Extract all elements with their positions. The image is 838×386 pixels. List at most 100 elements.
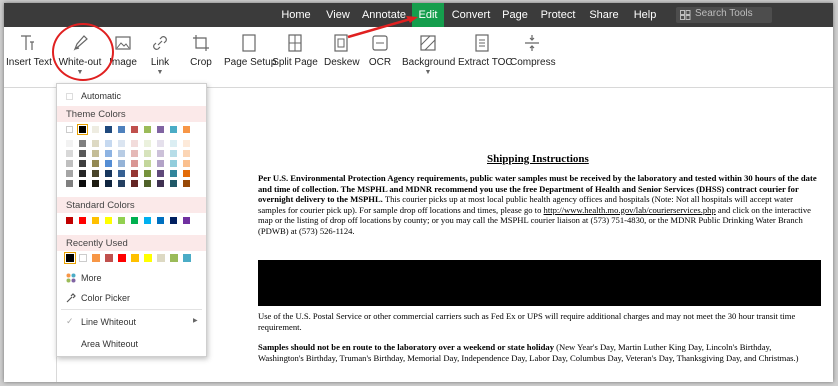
theme-shade-swatch[interactable] xyxy=(183,170,190,177)
theme-shade-swatch[interactable] xyxy=(79,160,86,167)
theme-color-swatch[interactable] xyxy=(131,126,138,133)
theme-shade-swatch[interactable] xyxy=(66,140,73,147)
submenu-arrow-icon: ▶ xyxy=(193,318,198,324)
theme-color-swatch[interactable] xyxy=(105,126,112,133)
area-whiteout-label: Area Whiteout xyxy=(81,339,139,349)
standard-color-swatch[interactable] xyxy=(131,217,138,224)
theme-shade-swatch[interactable] xyxy=(157,150,164,157)
paragraph-holiday: Samples should not be en route to the la… xyxy=(258,342,818,363)
theme-shade-swatch[interactable] xyxy=(170,180,177,187)
theme-shade-swatch[interactable] xyxy=(170,170,177,177)
theme-shade-swatch[interactable] xyxy=(131,140,138,147)
theme-shade-swatch[interactable] xyxy=(79,150,86,157)
theme-shade-swatch[interactable] xyxy=(105,140,112,147)
theme-shade-swatch[interactable] xyxy=(105,180,112,187)
line-whiteout-option[interactable]: ✓ Line Whiteout ▶ xyxy=(57,314,206,330)
more-colors-option[interactable]: More xyxy=(57,270,206,286)
courier-services-link[interactable]: http://www.health.mo.gov/lab/courierserv… xyxy=(544,205,716,215)
theme-shade-swatch[interactable] xyxy=(144,140,151,147)
theme-shade-swatch[interactable] xyxy=(157,140,164,147)
recent-color-swatch[interactable] xyxy=(144,254,152,262)
theme-shade-swatch[interactable] xyxy=(144,160,151,167)
theme-shade-swatch[interactable] xyxy=(79,140,86,147)
area-whiteout-option[interactable]: Area Whiteout xyxy=(57,336,206,352)
theme-shade-swatch[interactable] xyxy=(183,180,190,187)
theme-color-swatch[interactable] xyxy=(92,126,99,133)
theme-shade-swatch[interactable] xyxy=(131,170,138,177)
theme-colors-label: Theme Colors xyxy=(66,109,126,120)
white-out-redaction-area xyxy=(258,260,821,306)
theme-shade-swatch[interactable] xyxy=(183,160,190,167)
theme-shade-swatch[interactable] xyxy=(79,180,86,187)
theme-shade-swatch[interactable] xyxy=(183,140,190,147)
theme-color-swatch[interactable] xyxy=(66,126,73,133)
standard-color-swatch[interactable] xyxy=(170,217,177,224)
recent-color-swatch[interactable] xyxy=(92,254,100,262)
recent-color-swatch[interactable] xyxy=(170,254,178,262)
theme-shade-swatch[interactable] xyxy=(157,180,164,187)
theme-shade-swatch[interactable] xyxy=(66,170,73,177)
theme-shade-swatch[interactable] xyxy=(144,180,151,187)
more-label: More xyxy=(81,273,102,283)
theme-shade-swatch[interactable] xyxy=(118,170,125,177)
standard-color-swatch[interactable] xyxy=(118,217,125,224)
theme-color-swatch[interactable] xyxy=(170,126,177,133)
recent-color-swatch[interactable] xyxy=(183,254,191,262)
recent-color-swatch[interactable] xyxy=(157,254,165,262)
automatic-label: Automatic xyxy=(81,91,122,101)
theme-shade-swatch[interactable] xyxy=(92,140,99,147)
recent-color-swatch[interactable] xyxy=(64,252,76,264)
theme-colors-row xyxy=(57,124,206,136)
line-whiteout-label: Line Whiteout xyxy=(81,317,137,327)
theme-shade-swatch[interactable] xyxy=(170,160,177,167)
theme-shade-swatch[interactable] xyxy=(92,180,99,187)
recent-color-swatch[interactable] xyxy=(105,254,113,262)
theme-shade-swatch[interactable] xyxy=(118,140,125,147)
recently-used-row xyxy=(57,252,206,264)
theme-shade-swatch[interactable] xyxy=(92,170,99,177)
theme-shade-swatch[interactable] xyxy=(92,160,99,167)
standard-color-swatch[interactable] xyxy=(105,217,112,224)
check-icon: ✓ xyxy=(66,316,74,326)
theme-shade-swatch[interactable] xyxy=(131,180,138,187)
theme-shade-swatch[interactable] xyxy=(92,150,99,157)
paragraph-holiday-bold: Samples should not be en route to the la… xyxy=(258,342,555,352)
theme-shade-swatch[interactable] xyxy=(131,160,138,167)
theme-shade-swatch[interactable] xyxy=(157,160,164,167)
eyedropper-icon xyxy=(66,293,76,303)
theme-shade-swatch[interactable] xyxy=(66,150,73,157)
standard-color-swatch[interactable] xyxy=(79,217,86,224)
theme-color-swatch[interactable] xyxy=(118,126,125,133)
standard-color-swatch[interactable] xyxy=(92,217,99,224)
theme-shade-swatch[interactable] xyxy=(131,150,138,157)
theme-shade-swatch[interactable] xyxy=(118,160,125,167)
standard-color-swatch[interactable] xyxy=(157,217,164,224)
theme-shade-swatch[interactable] xyxy=(144,150,151,157)
theme-shade-swatch[interactable] xyxy=(105,160,112,167)
standard-color-swatch[interactable] xyxy=(144,217,151,224)
recent-color-swatch[interactable] xyxy=(79,254,87,262)
theme-shade-swatch[interactable] xyxy=(105,150,112,157)
theme-shade-swatch[interactable] xyxy=(157,170,164,177)
theme-color-swatch[interactable] xyxy=(77,124,88,135)
theme-color-swatch[interactable] xyxy=(157,126,164,133)
theme-shade-swatch[interactable] xyxy=(170,140,177,147)
theme-shade-swatch[interactable] xyxy=(66,180,73,187)
standard-color-swatch[interactable] xyxy=(183,217,190,224)
theme-shade-swatch[interactable] xyxy=(183,150,190,157)
white-out-color-menu: Automatic Theme Colors Standard Colors R… xyxy=(56,83,207,357)
theme-shade-swatch[interactable] xyxy=(118,180,125,187)
theme-shade-swatch[interactable] xyxy=(79,170,86,177)
recent-color-swatch[interactable] xyxy=(131,254,139,262)
recent-color-swatch[interactable] xyxy=(118,254,126,262)
color-picker-option[interactable]: Color Picker xyxy=(57,290,206,306)
theme-shade-swatch[interactable] xyxy=(118,150,125,157)
theme-color-swatch[interactable] xyxy=(183,126,190,133)
automatic-option[interactable]: Automatic xyxy=(57,90,206,104)
theme-color-swatch[interactable] xyxy=(144,126,151,133)
theme-shade-swatch[interactable] xyxy=(170,150,177,157)
theme-shade-swatch[interactable] xyxy=(66,160,73,167)
standard-color-swatch[interactable] xyxy=(66,217,73,224)
theme-shade-swatch[interactable] xyxy=(105,170,112,177)
theme-shade-swatch[interactable] xyxy=(144,170,151,177)
